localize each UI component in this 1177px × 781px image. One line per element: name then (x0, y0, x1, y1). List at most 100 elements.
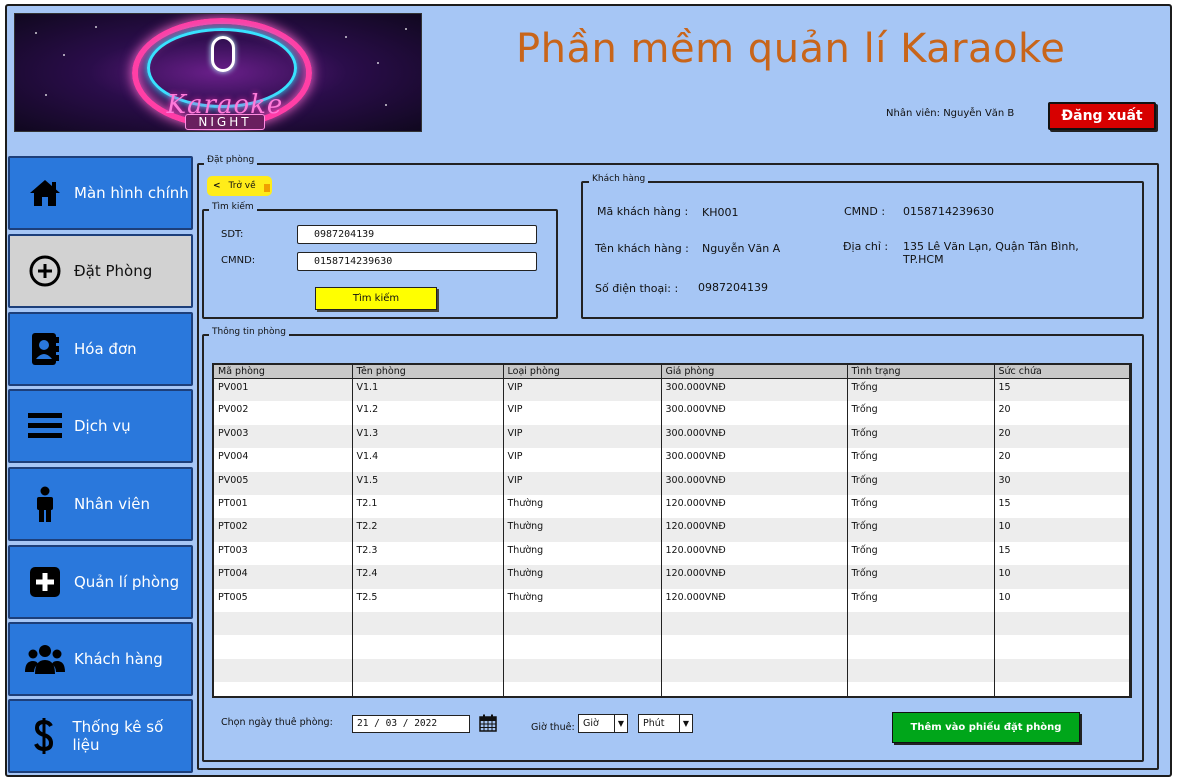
table-cell: 300.000VNĐ (661, 378, 848, 402)
person-icon (22, 484, 68, 524)
sidebar-item-home[interactable]: Màn hình chính (8, 156, 193, 230)
bookmark-icon (264, 184, 270, 192)
table-row[interactable]: PT002 T2.2 Thường 120.000VNĐ Trống 10 (214, 518, 1130, 542)
table-cell: 20 (994, 401, 1130, 425)
back-button[interactable]: < Trở về (207, 176, 272, 196)
time-label: Giờ thuê: (531, 722, 575, 733)
table-row[interactable]: PV001 V1.1 VIP 300.000VNĐ Trống 15 (214, 378, 1130, 402)
column-header[interactable]: Tình trạng (847, 365, 995, 379)
sidebar-item-invoice[interactable]: Hóa đơn (8, 312, 193, 386)
table-cell (214, 682, 353, 696)
table-cell (661, 682, 848, 696)
table-row[interactable] (214, 611, 1130, 636)
customer-id-label: CMND : (844, 205, 886, 218)
chevron-left-icon: < (213, 181, 221, 191)
table-row[interactable]: PT001 T2.1 Thường 120.000VNĐ Trống 15 (214, 494, 1130, 519)
phone-input[interactable]: 0987204139 (297, 225, 537, 244)
table-cell (352, 682, 504, 696)
customer-id-value: 0158714239630 (903, 205, 994, 218)
sidebar-item-booking[interactable]: Đặt Phòng (8, 234, 193, 308)
table-cell: PV001 (214, 378, 353, 402)
sidebar-item-statistics[interactable]: Thống kê số liệu (8, 699, 193, 773)
table-cell (847, 611, 995, 636)
hour-select[interactable]: Giờ ▼ (578, 714, 628, 733)
column-header[interactable]: Giá phòng (661, 365, 848, 379)
add-to-booking-button[interactable]: Thêm vào phiếu đặt phòng (892, 712, 1080, 743)
minute-select[interactable]: Phút ▼ (638, 714, 693, 733)
column-header[interactable]: Mã phòng (214, 365, 353, 379)
table-row[interactable]: PT004 T2.4 Thường 120.000VNĐ Trống 10 (214, 565, 1130, 589)
sidebar-item-room-management[interactable]: Quản lí phòng (8, 545, 193, 619)
table-cell: Thường (503, 565, 662, 589)
table-cell: PV003 (214, 424, 353, 449)
sidebar-item-staff[interactable]: Nhân viên (8, 467, 193, 541)
table-cell: 10 (994, 588, 1130, 612)
table-cell (214, 611, 353, 636)
customer-address-value: 135 Lê Văn Lạn, Quận Tân Bình, TP.HCM (903, 240, 1079, 266)
table-cell (847, 635, 995, 659)
column-header[interactable]: Sức chứa (994, 365, 1130, 379)
table-cell: Trống (847, 448, 995, 472)
table-cell: Trống (847, 424, 995, 449)
table-cell: Thường (503, 494, 662, 519)
table-cell (994, 682, 1130, 696)
search-button[interactable]: Tìm kiếm (315, 287, 437, 310)
table-cell: Trống (847, 565, 995, 589)
karaoke-logo: Karaoke NIGHT (14, 13, 422, 132)
table-cell: 120.000VNĐ (661, 518, 848, 542)
table-cell: VIP (503, 424, 662, 449)
customer-name-label: Tên khách hàng : (595, 242, 689, 255)
id-label: CMND: (221, 255, 256, 266)
table-cell: 30 (994, 471, 1130, 495)
table-cell: 10 (994, 565, 1130, 589)
rooms-table[interactable]: Mã phòng Tên phòng Loại phòng Giá phòng Tình… (212, 363, 1132, 698)
table-cell: 20 (994, 448, 1130, 472)
dropdown-arrow-icon: ▼ (614, 715, 627, 732)
column-header[interactable]: Tên phòng (352, 365, 504, 379)
table-cell: 15 (994, 494, 1130, 519)
menu-icon (22, 406, 68, 446)
date-input[interactable]: 21 / 03 / 2022 (352, 715, 470, 733)
calendar-icon[interactable] (479, 714, 497, 732)
plus-circle-icon (22, 251, 68, 291)
table-row[interactable]: PV003 V1.3 VIP 300.000VNĐ Trống 20 (214, 424, 1130, 449)
table-cell: PT005 (214, 588, 353, 612)
table-cell: PT004 (214, 565, 353, 589)
table-cell: 20 (994, 424, 1130, 449)
table-cell (352, 635, 504, 659)
table-cell: 15 (994, 378, 1130, 402)
table-row[interactable] (214, 658, 1130, 683)
table-cell: PV004 (214, 448, 353, 472)
table-cell: 300.000VNĐ (661, 471, 848, 495)
table-cell: PT003 (214, 541, 353, 566)
sidebar-item-services[interactable]: Dịch vụ (8, 389, 193, 463)
table-row[interactable]: PV005 V1.5 VIP 300.000VNĐ Trống 30 (214, 471, 1130, 495)
id-input[interactable]: 0158714239630 (297, 252, 537, 271)
table-cell: 300.000VNĐ (661, 448, 848, 472)
table-cell: Thường (503, 541, 662, 566)
table-cell: T2.5 (352, 588, 504, 612)
table-cell: T2.1 (352, 494, 504, 519)
table-cell: PT002 (214, 518, 353, 542)
table-cell: V1.4 (352, 448, 504, 472)
table-cell: 120.000VNĐ (661, 565, 848, 589)
table-cell: Trống (847, 588, 995, 612)
table-row[interactable]: PV004 V1.4 VIP 300.000VNĐ Trống 20 (214, 448, 1130, 472)
table-cell: V1.3 (352, 424, 504, 449)
table-row[interactable] (214, 635, 1130, 659)
table-cell (352, 658, 504, 683)
table-cell: 300.000VNĐ (661, 424, 848, 449)
sidebar-item-customers[interactable]: Khách hàng (8, 622, 193, 696)
logout-button[interactable]: Đăng xuất (1048, 102, 1156, 130)
table-row[interactable]: PV002 V1.2 VIP 300.000VNĐ Trống 20 (214, 401, 1130, 425)
dropdown-arrow-icon: ▼ (679, 715, 692, 732)
table-cell: 120.000VNĐ (661, 494, 848, 519)
table-cell (214, 635, 353, 659)
column-header[interactable]: Loại phòng (503, 365, 662, 379)
phone-label: SDT: (221, 229, 244, 240)
rooms-legend: Thông tin phòng (209, 327, 289, 337)
table-row[interactable]: PT003 T2.3 Thường 120.000VNĐ Trống 15 (214, 541, 1130, 566)
table-row[interactable]: PT005 T2.5 Thường 120.000VNĐ Trống 10 (214, 588, 1130, 612)
table-row[interactable] (214, 682, 1130, 696)
microphone-icon (211, 36, 235, 72)
